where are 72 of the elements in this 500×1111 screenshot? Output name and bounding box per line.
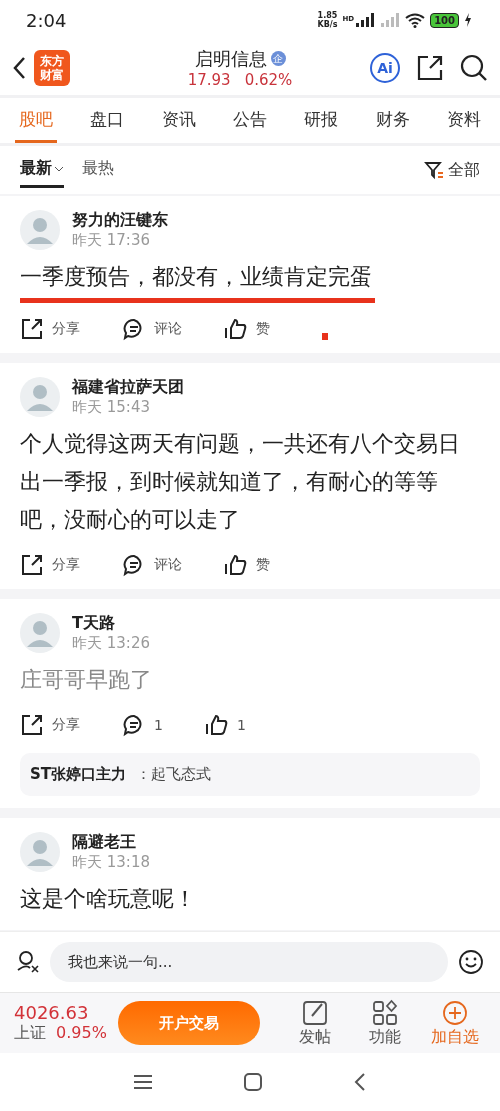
signal-icon bbox=[380, 13, 401, 27]
index-value: 4026.63 bbox=[14, 1002, 90, 1023]
price-change: 0.62% bbox=[244, 70, 293, 89]
back-icon[interactable] bbox=[353, 1072, 367, 1092]
enterprise-badge: 企 bbox=[270, 51, 286, 66]
comment-button[interactable]: 1 bbox=[122, 713, 163, 737]
network-speed: 1.85 KB/s bbox=[317, 11, 338, 29]
menu-icon[interactable] bbox=[133, 1074, 153, 1090]
post-time: 昨天 13:18 bbox=[72, 853, 150, 872]
tab[interactable]: 财务 bbox=[371, 98, 414, 143]
post-text[interactable]: 一季度预告，都没有，业绩肯定完蛋 bbox=[20, 258, 480, 296]
share-icon[interactable] bbox=[416, 53, 444, 82]
reply-author[interactable]: ST张婷口主力 bbox=[30, 765, 127, 783]
battery-level: 100 bbox=[430, 12, 459, 28]
like-button[interactable]: 1 bbox=[204, 713, 246, 737]
comment-button[interactable]: 评论 bbox=[122, 553, 182, 577]
share-button[interactable]: 分享 bbox=[20, 317, 80, 341]
post-text[interactable]: 庄哥哥早跑了 bbox=[20, 661, 480, 699]
share-icon bbox=[20, 553, 44, 577]
username[interactable]: 努力的汪键东 bbox=[72, 210, 168, 231]
sort-tab[interactable]: 最热 bbox=[82, 152, 114, 188]
thumbs-up-icon bbox=[204, 713, 229, 737]
charging-icon bbox=[464, 13, 472, 27]
share-button[interactable]: 分享 bbox=[20, 553, 80, 577]
post-time: 昨天 15:43 bbox=[72, 398, 151, 417]
search-icon[interactable] bbox=[460, 53, 488, 82]
reply-preview[interactable]: ST张婷口主力 ：起飞态式 bbox=[20, 753, 480, 796]
comment-button[interactable]: 评论 bbox=[122, 317, 182, 341]
wifi-icon bbox=[405, 12, 426, 28]
index-change: 0.95% bbox=[56, 1022, 107, 1044]
thumbs-up-icon bbox=[224, 553, 248, 577]
reply-text: ：起飞态式 bbox=[136, 765, 212, 783]
username[interactable]: T天路 bbox=[72, 613, 150, 634]
stock-name: 启明信息 bbox=[194, 46, 267, 71]
thumbs-up-icon bbox=[224, 317, 248, 341]
edit-icon bbox=[301, 998, 329, 1027]
tab[interactable]: 资料 bbox=[443, 98, 486, 143]
anonymous-user-icon[interactable] bbox=[16, 950, 40, 974]
logo-text: 东方 bbox=[40, 53, 64, 68]
share-icon bbox=[20, 317, 44, 341]
share-icon bbox=[20, 713, 44, 737]
caret-icon bbox=[54, 164, 64, 173]
username[interactable]: 隔避老王 bbox=[72, 832, 150, 853]
post-text[interactable]: 这是个啥玩意呢！ bbox=[20, 880, 480, 918]
clock-time: 2:04 bbox=[26, 9, 67, 31]
logo-text: 财富 bbox=[40, 67, 64, 82]
comment-input[interactable]: 我也来说一句... bbox=[50, 942, 448, 982]
toolbar-button[interactable]: 功能 bbox=[350, 998, 420, 1048]
tab[interactable]: 盘口 bbox=[86, 98, 129, 143]
share-button[interactable]: 分享 bbox=[20, 713, 80, 737]
username[interactable]: 福建省拉萨天团 bbox=[72, 377, 184, 398]
filter-icon bbox=[424, 160, 444, 180]
ai-button[interactable]: Ai bbox=[370, 52, 400, 83]
like-button[interactable]: 赞 bbox=[224, 317, 270, 341]
back-icon[interactable] bbox=[12, 55, 26, 80]
index-name: 上证 bbox=[14, 1022, 46, 1044]
post-text[interactable]: 个人觉得这两天有问题，一共还有八个交易日出一季报，到时候就知道了，有耐心的等等吧，没耐心的可以走了 bbox=[20, 425, 480, 539]
stock-price: 17.93 bbox=[187, 70, 231, 89]
filter-button[interactable]: 全部 bbox=[424, 159, 480, 181]
sort-tab[interactable]: 最新 bbox=[20, 152, 64, 188]
emoji-icon[interactable] bbox=[458, 949, 484, 975]
post-time: 昨天 17:36 bbox=[72, 231, 151, 250]
toolbar-button[interactable]: 发帖 bbox=[280, 998, 350, 1048]
signal-icon bbox=[355, 13, 376, 27]
home-icon[interactable] bbox=[243, 1072, 263, 1092]
tab[interactable]: 资讯 bbox=[157, 98, 200, 143]
plus-circle-icon bbox=[441, 998, 469, 1027]
post-time: 昨天 13:26 bbox=[72, 634, 150, 653]
tab[interactable]: 研报 bbox=[300, 98, 343, 143]
tab[interactable]: 公告 bbox=[228, 98, 271, 143]
like-button[interactable]: 赞 bbox=[224, 553, 270, 577]
grid-icon bbox=[371, 998, 399, 1027]
